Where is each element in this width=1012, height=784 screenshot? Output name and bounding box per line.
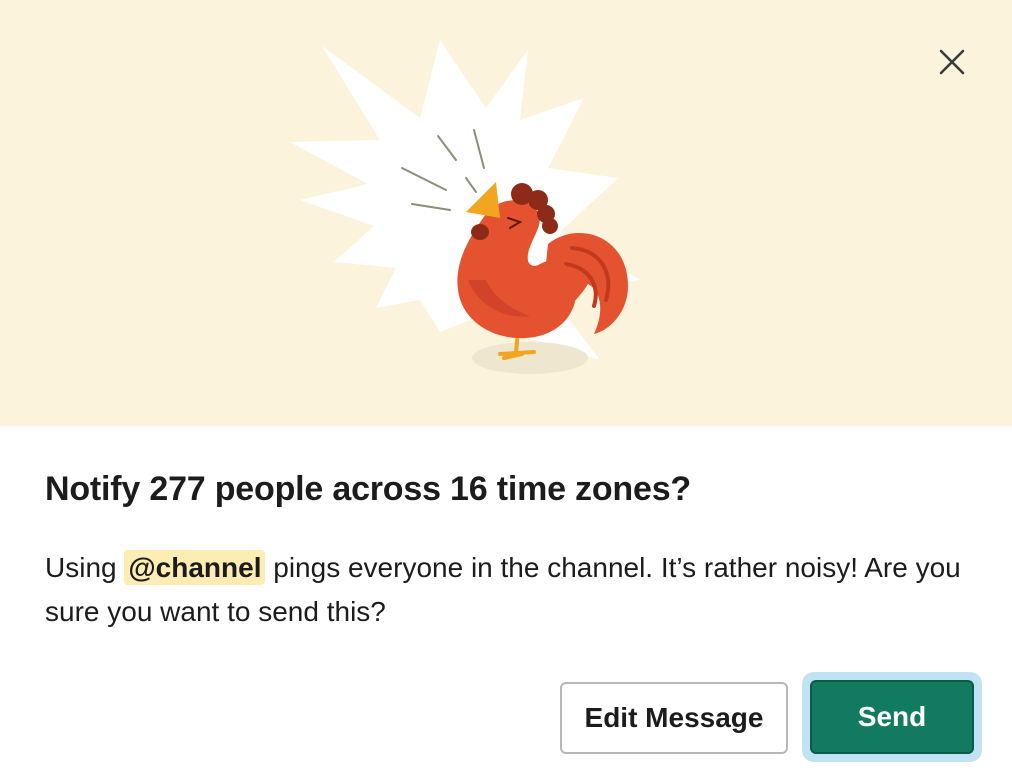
rooster-illustration (290, 40, 640, 374)
notify-channel-dialog: Notify 277 people across 16 time zones? … (0, 0, 1012, 784)
hero-banner (0, 0, 1012, 426)
ground-shadow (472, 342, 588, 374)
channel-mention: @channel (124, 550, 266, 585)
dialog-title: Notify 277 people across 16 time zones? (45, 470, 691, 508)
dialog-body: Using @channel pings everyone in the cha… (45, 546, 975, 634)
close-icon (939, 49, 965, 75)
send-button[interactable]: Send (810, 680, 974, 754)
rooster-wattle (471, 224, 489, 240)
close-button[interactable] (926, 40, 978, 84)
burst-shape (290, 40, 640, 360)
body-prefix: Using (45, 552, 125, 583)
edit-message-button[interactable]: Edit Message (560, 682, 788, 754)
